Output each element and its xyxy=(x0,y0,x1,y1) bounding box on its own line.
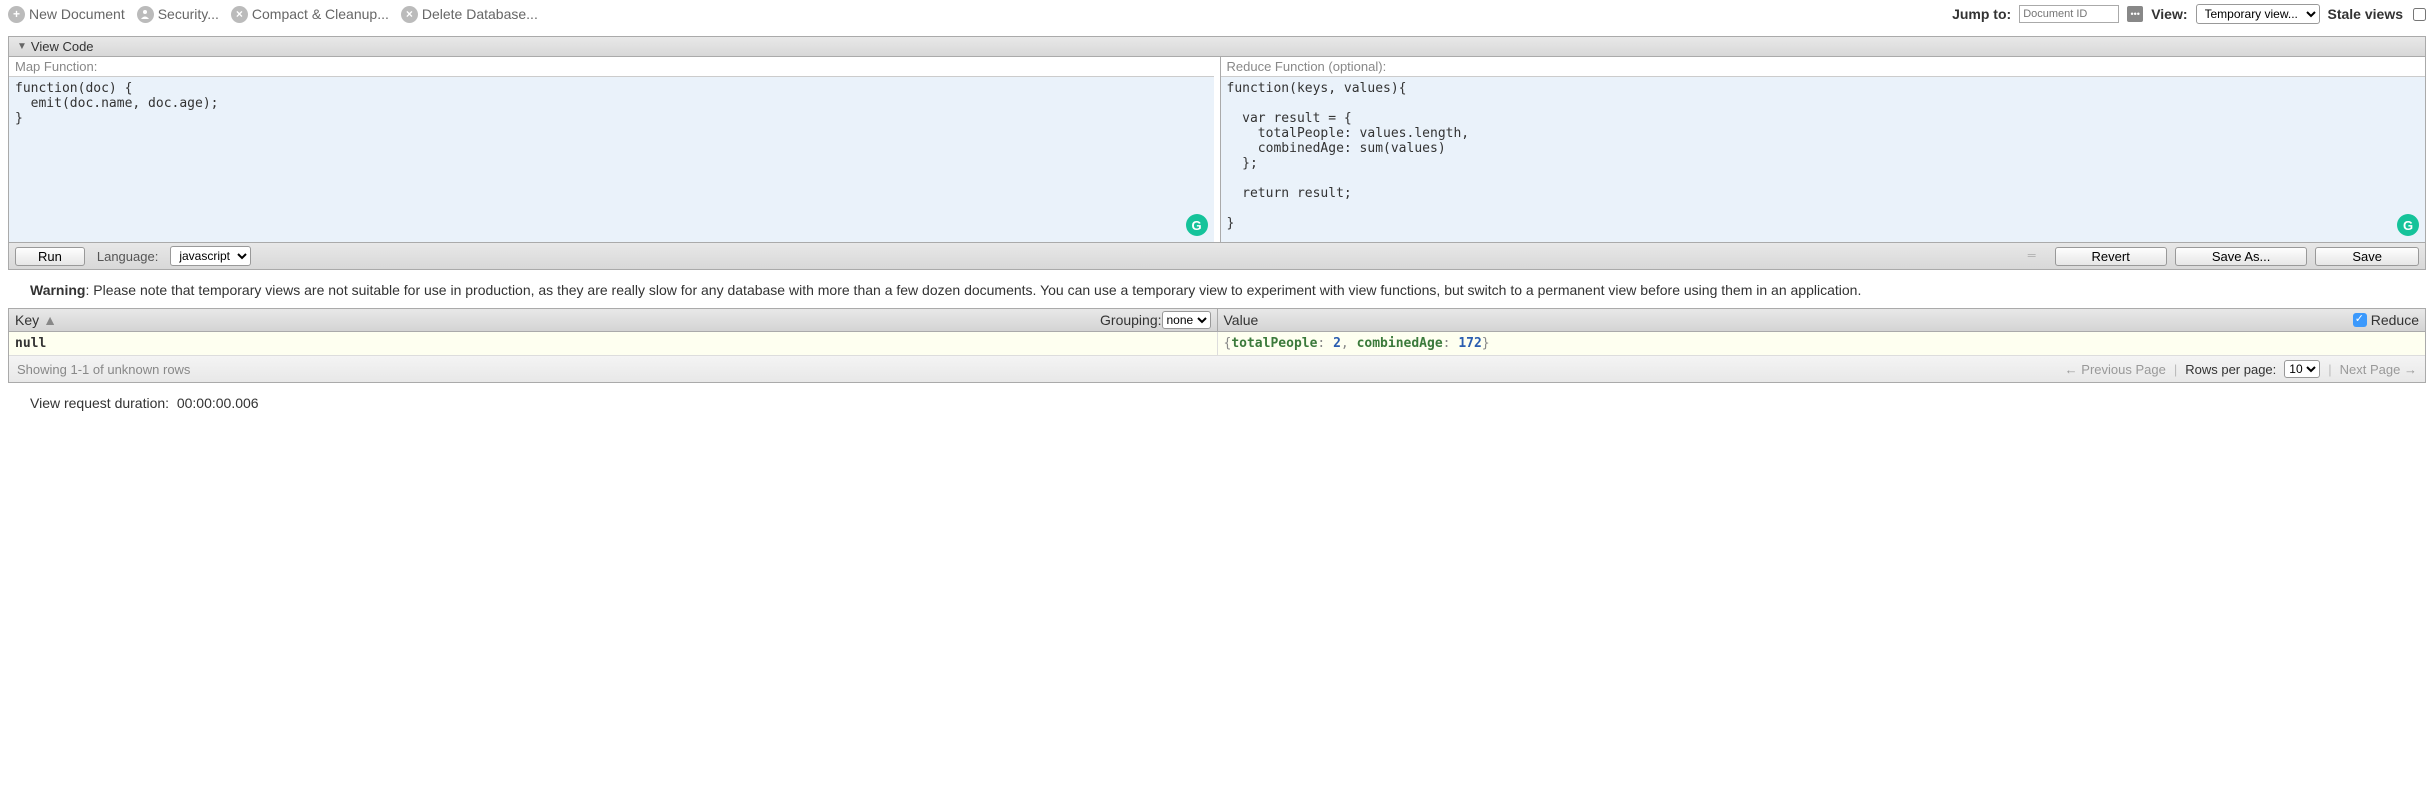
duration-value: 00:00:00.006 xyxy=(177,395,259,411)
results-panel: Key ▲ Grouping: none Value Reduce null {… xyxy=(8,308,2426,383)
jump-go-button[interactable]: ••• xyxy=(2127,6,2143,22)
person-icon xyxy=(137,6,154,23)
view-code-footer: Run Language: javascript ═ Revert Save A… xyxy=(9,242,2425,269)
save-button[interactable]: Save xyxy=(2315,247,2419,266)
map-function-label: Map Function: xyxy=(9,57,1214,77)
reduce-label: Reduce xyxy=(2371,312,2419,328)
language-select[interactable]: javascript xyxy=(170,246,251,266)
jump-to-label: Jump to: xyxy=(1952,6,2011,22)
result-value-cell: {totalPeople: 2, combinedAge: 172} xyxy=(1218,332,2426,355)
security-button[interactable]: Security... xyxy=(137,6,219,23)
results-footer: Showing 1-1 of unknown rows ← Previous P… xyxy=(9,356,2425,382)
map-function-editor[interactable] xyxy=(9,77,1214,242)
warning-text: : Please note that temporary views are n… xyxy=(85,282,1861,298)
view-code-panel: ▼ View Code Map Function: G Reduce Funct… xyxy=(8,36,2426,270)
table-row[interactable]: null {totalPeople: 2, combinedAge: 172} xyxy=(9,332,2425,356)
new-document-label: New Document xyxy=(29,6,125,22)
warning-prefix: Warning xyxy=(30,282,85,298)
reduce-checkbox[interactable] xyxy=(2353,313,2367,327)
result-key-cell: null xyxy=(9,332,1218,355)
security-label: Security... xyxy=(158,6,219,22)
delete-database-button[interactable]: × Delete Database... xyxy=(401,6,538,23)
previous-page-link[interactable]: ← Previous Page xyxy=(2065,362,2166,377)
rows-per-page-select[interactable]: 10 xyxy=(2284,360,2320,378)
value-header-label: Value xyxy=(1224,312,1259,328)
collapse-icon: ▼ xyxy=(17,41,27,52)
splitter-handle[interactable]: ═ xyxy=(2020,250,2045,262)
compact-label: Compact & Cleanup... xyxy=(252,6,389,22)
reduce-function-editor[interactable] xyxy=(1221,77,2426,242)
duration-label: View request duration: xyxy=(30,395,169,411)
save-as-button[interactable]: Save As... xyxy=(2175,247,2308,266)
top-toolbar: + New Document Security... × Compact & C… xyxy=(0,0,2434,28)
jump-to-input[interactable] xyxy=(2019,5,2119,23)
key-column-header[interactable]: Key ▲ Grouping: none xyxy=(9,309,1218,331)
grouping-select[interactable]: none xyxy=(1162,311,1211,329)
reduce-function-column: Reduce Function (optional): G xyxy=(1220,57,2426,242)
close-icon: × xyxy=(231,6,248,23)
key-header-label: Key xyxy=(15,312,39,328)
plus-icon: + xyxy=(8,6,25,23)
stale-views-checkbox[interactable] xyxy=(2413,8,2426,21)
view-code-header[interactable]: ▼ View Code xyxy=(9,37,2425,57)
compact-cleanup-button[interactable]: × Compact & Cleanup... xyxy=(231,6,389,23)
delete-label: Delete Database... xyxy=(422,6,538,22)
sort-icon: ▲ xyxy=(43,312,57,328)
view-label: View: xyxy=(2151,6,2187,22)
showing-label: Showing 1-1 of unknown rows xyxy=(17,362,190,377)
rows-per-page-label: Rows per page: xyxy=(2185,362,2276,377)
view-select[interactable]: Temporary view... xyxy=(2196,4,2320,24)
stale-views-label: Stale views xyxy=(2328,6,2404,22)
run-button[interactable]: Run xyxy=(15,247,85,266)
language-label: Language: xyxy=(97,249,158,264)
value-column-header: Value Reduce xyxy=(1218,309,2426,331)
map-function-column: Map Function: G xyxy=(9,57,1214,242)
close-icon: × xyxy=(401,6,418,23)
grouping-label: Grouping: xyxy=(1100,312,1161,328)
revert-button[interactable]: Revert xyxy=(2055,247,2167,266)
view-code-title: View Code xyxy=(31,39,94,54)
next-page-link[interactable]: Next Page → xyxy=(2340,362,2417,377)
new-document-button[interactable]: + New Document xyxy=(8,6,125,23)
reduce-function-label: Reduce Function (optional): xyxy=(1221,57,2426,77)
warning-message: Warning: Please note that temporary view… xyxy=(0,278,2434,308)
view-request-duration: View request duration: 00:00:00.006 xyxy=(0,383,2434,423)
grammarly-icon[interactable]: G xyxy=(1186,214,1208,236)
grammarly-icon[interactable]: G xyxy=(2397,214,2419,236)
